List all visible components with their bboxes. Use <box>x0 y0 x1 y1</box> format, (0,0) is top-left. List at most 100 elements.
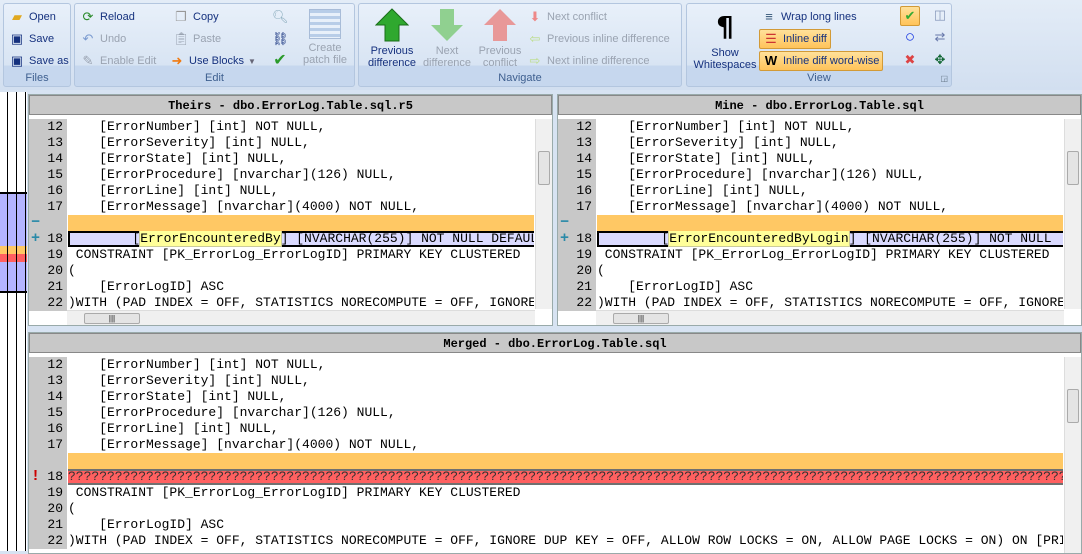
collapse-button[interactable]: ✥ <box>932 52 948 68</box>
code-line[interactable]: 12 [ErrorNumber] [int] NOT NULL, <box>29 119 534 135</box>
code-line[interactable]: 13 [ErrorSeverity] [int] NULL, <box>29 135 534 151</box>
merged-pane[interactable]: Merged - dbo.ErrorLog.Table.sql 12 [Erro… <box>28 332 1082 554</box>
line-text: [ErrorMessage] [nvarchar](4000) NOT NULL… <box>597 199 949 214</box>
conflict-marker <box>0 254 27 262</box>
use-blocks-dropdown[interactable]: ➜ Use Blocks ▼ <box>169 53 256 69</box>
code-line[interactable]: 15 [ErrorProcedure] [nvarchar](126) NULL… <box>558 167 1063 183</box>
next-difference-button[interactable]: Next difference <box>421 8 473 69</box>
inline-diff-word-wise-toggle[interactable]: W Inline diff word-wise <box>759 51 884 71</box>
code-line[interactable]: 18 + [ErrorEncounteredByLogin] [NVARCHAR(… <box>558 231 1063 247</box>
circle-icon: ○ <box>904 27 916 46</box>
gap-line[interactable]: − <box>29 215 534 231</box>
previous-difference-button[interactable]: Previous difference <box>363 8 421 69</box>
mine-code[interactable]: 12 [ErrorNumber] [int] NOT NULL, 13 [Erro… <box>558 119 1063 311</box>
layout-button[interactable]: ◫ <box>932 7 948 23</box>
reload-button[interactable]: ⟳ Reload <box>80 9 135 25</box>
show-resolved-toggle[interactable]: ✔ <box>900 6 920 26</box>
minus-icon[interactable]: − <box>560 215 569 231</box>
code-line[interactable]: 19 CONSTRAINT [PK_ErrorLog_ErrorLogID] P… <box>29 247 534 263</box>
conflict-line[interactable]: 18!?????????????????????????????????????… <box>29 469 1063 485</box>
previous-conflict-button[interactable]: Previous conflict <box>473 8 527 69</box>
inline-diff-highlight: ErrorEncounteredByLogin <box>668 231 850 247</box>
code-line[interactable]: 17 [ErrorMessage] [nvarchar](4000) NOT N… <box>29 199 534 215</box>
theirs-pane[interactable]: Theirs - dbo.ErrorLog.Table.sql.r5 12 [E… <box>28 94 553 326</box>
inline-diff-toggle[interactable]: ☰ Inline diff <box>759 29 831 49</box>
swap-panes-button[interactable]: ⇄ <box>932 29 948 45</box>
code-line[interactable]: 18 + [ErrorEncounteredBy] [NVARCHAR(255)]… <box>29 231 534 247</box>
code-line[interactable]: 13 [ErrorSeverity] [int] NULL, <box>558 135 1063 151</box>
copy-icon: ❐ <box>175 9 187 24</box>
save-as-button[interactable]: ▣ Save as <box>9 53 69 69</box>
code-line[interactable]: 16 [ErrorLine] [int] NULL, <box>29 183 534 199</box>
code-line[interactable]: 21 [ErrorLogID] ASC <box>29 517 1063 533</box>
code-line[interactable]: 17 [ErrorMessage] [nvarchar](4000) NOT N… <box>29 437 1063 453</box>
code-line[interactable]: 22)WITH (PAD INDEX = OFF, STATISTICS NOR… <box>558 295 1063 311</box>
horizontal-scrollbar[interactable]: ||| <box>596 310 1064 325</box>
code-line[interactable]: 15 [ErrorProcedure] [nvarchar](126) NULL… <box>29 405 1063 421</box>
undo-button[interactable]: ↶ Undo <box>80 31 127 47</box>
line-number: 21 <box>29 517 67 533</box>
code-line[interactable]: 22)WITH (PAD INDEX = OFF, STATISTICS NOR… <box>29 295 534 311</box>
code-line[interactable]: 12 [ErrorNumber] [int] NOT NULL, <box>558 119 1063 135</box>
gap-line[interactable]: − <box>558 215 1063 231</box>
line-text: [ErrorState] [int] NULL, <box>68 151 287 166</box>
plus-icon[interactable]: + <box>31 231 40 247</box>
code-line[interactable]: 16 [ErrorLine] [int] NULL, <box>29 421 1063 437</box>
line-text: [ErrorLogID] ASC <box>597 279 754 294</box>
code-line[interactable]: 16 [ErrorLine] [int] NULL, <box>558 183 1063 199</box>
accept-button[interactable]: ✔ <box>272 53 288 69</box>
plus-icon[interactable]: + <box>560 231 569 247</box>
code-line[interactable]: 14 [ErrorState] [int] NULL, <box>29 389 1063 405</box>
dialog-launcher-icon[interactable]: ◲ <box>940 74 948 83</box>
merged-code[interactable]: 12 [ErrorNumber] [int] NOT NULL, 13 [Erro… <box>29 357 1063 553</box>
location-bar[interactable] <box>0 92 27 551</box>
open-button[interactable]: ▰ Open <box>9 9 56 25</box>
save-button[interactable]: ▣ Save <box>9 31 54 47</box>
conflict-icon[interactable]: ! <box>31 469 40 485</box>
wrap-long-lines-button[interactable]: ≡ Wrap long lines <box>761 9 856 25</box>
copy-button[interactable]: ❐ Copy <box>173 9 219 25</box>
line-number: 17 <box>558 199 596 215</box>
line-text: ( <box>68 263 76 278</box>
paste-button[interactable]: 📋︎ Paste <box>173 31 221 47</box>
inline-diff-icon: ☰ <box>765 31 777 46</box>
find-button[interactable]: 🔍︎ <box>272 9 289 25</box>
create-patch-button[interactable]: Create patch file <box>297 9 353 66</box>
chain-icon: ⛓ <box>272 31 289 46</box>
code-line[interactable]: 19 CONSTRAINT [PK_ErrorLog_ErrorLogID] P… <box>558 247 1063 263</box>
theirs-code[interactable]: 12 [ErrorNumber] [int] NOT NULL, 13 [Erro… <box>29 119 534 311</box>
line-text: [ErrorMessage] [nvarchar](4000) NOT NULL… <box>68 199 420 214</box>
gap-line[interactable] <box>29 453 1063 469</box>
code-line[interactable]: 20( <box>29 263 534 279</box>
link-button[interactable]: ⛓ <box>272 31 289 47</box>
next-inline-difference-button[interactable]: ⇨ Next inline difference <box>527 53 650 69</box>
code-line[interactable]: 19 CONSTRAINT [PK_ErrorLog_ErrorLogID] P… <box>29 485 1063 501</box>
next-conflict-button[interactable]: ⬇ Next conflict <box>527 9 607 25</box>
code-line[interactable]: 12 [ErrorNumber] [int] NOT NULL, <box>29 357 1063 373</box>
vertical-scrollbar[interactable] <box>535 119 552 309</box>
show-whitespaces-button[interactable]: ¶ Show Whitespaces <box>690 10 760 71</box>
horizontal-scrollbar[interactable]: ||| <box>67 310 535 325</box>
navigate-group-label: Navigate <box>498 72 542 84</box>
code-line[interactable]: 15 [ErrorProcedure] [nvarchar](126) NULL… <box>29 167 534 183</box>
previous-inline-difference-button[interactable]: ⇦ Previous inline difference <box>527 31 670 47</box>
vertical-scrollbar[interactable] <box>1064 119 1081 309</box>
code-line[interactable]: 21 [ErrorLogID] ASC <box>558 279 1063 295</box>
show-unresolved-button[interactable]: ○ <box>902 27 918 46</box>
code-line[interactable]: 21 [ErrorLogID] ASC <box>29 279 534 295</box>
line-text: [ErrorSeverity] [int] NULL, <box>68 373 310 388</box>
code-line[interactable]: 17 [ErrorMessage] [nvarchar](4000) NOT N… <box>558 199 1063 215</box>
mine-pane[interactable]: Mine - dbo.ErrorLog.Table.sql 12 [ErrorN… <box>557 94 1082 326</box>
show-rejected-button[interactable]: ✖ <box>902 52 918 68</box>
code-line[interactable]: 20( <box>29 501 1063 517</box>
code-line[interactable]: 13 [ErrorSeverity] [int] NULL, <box>29 373 1063 389</box>
code-line[interactable]: 22)WITH (PAD INDEX = OFF, STATISTICS NOR… <box>29 533 1063 549</box>
vertical-scrollbar[interactable] <box>1064 357 1081 553</box>
gap-marker <box>0 246 27 254</box>
enable-edit-button[interactable]: ✎ Enable Edit <box>80 53 157 69</box>
code-line[interactable]: 14 [ErrorState] [int] NULL, <box>29 151 534 167</box>
checkmark-icon: ✔ <box>273 52 287 69</box>
code-line[interactable]: 20( <box>558 263 1063 279</box>
code-line[interactable]: 14 [ErrorState] [int] NULL, <box>558 151 1063 167</box>
minus-icon[interactable]: − <box>31 215 40 231</box>
